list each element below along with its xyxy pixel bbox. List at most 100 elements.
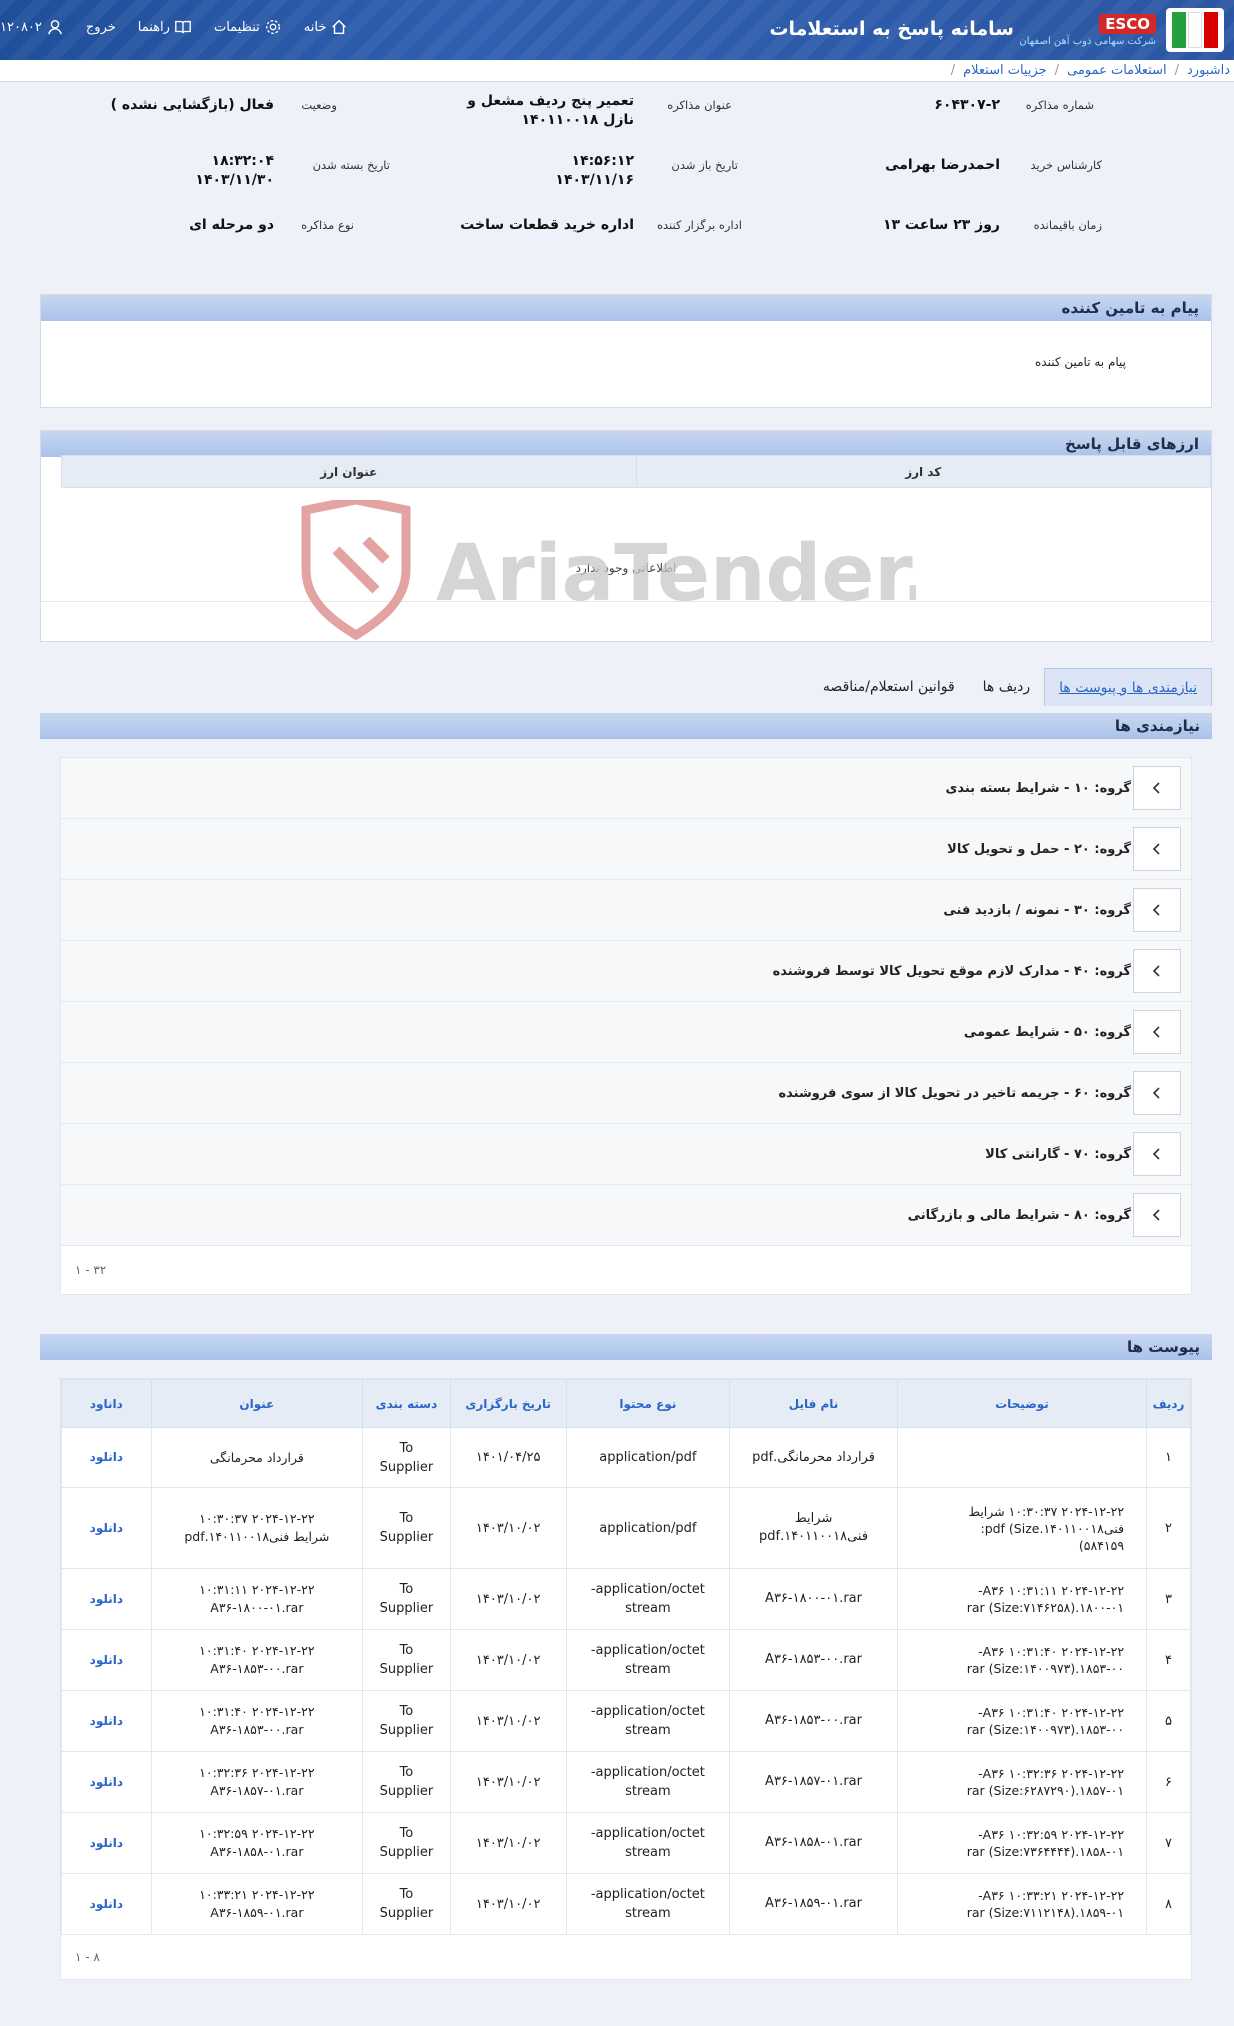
row-upload-date: ۱۴۰۳/۱۰/۰۲ [449, 1568, 567, 1630]
user-id[interactable]: ۱۲۰۸۰۲ [0, 18, 64, 36]
col-row[interactable]: ردیف [1146, 1379, 1191, 1428]
tab-bar: نیازمندی ها و پیوست ها ردیف ها قوانین اس… [40, 668, 1212, 706]
chevron-left-icon[interactable] [1133, 766, 1181, 810]
row-content-type: application/octet-stream [565, 1873, 731, 1935]
chevron-left-icon[interactable] [1133, 1071, 1181, 1115]
col-file-name[interactable]: نام فایل [729, 1379, 898, 1428]
requirement-group[interactable]: گروه: ۲۰ - حمل و تحویل کالا [61, 819, 1191, 880]
row-upload-date: ۱۴۰۳/۱۰/۰۲ [449, 1812, 567, 1874]
tab-requirements-attachments[interactable]: نیازمندی ها و پیوست ها [1044, 668, 1212, 706]
supplier-message-label: پیام به تامین کننده [1035, 355, 1126, 369]
row-title: قرارداد محرمانگی [150, 1427, 364, 1488]
download-link[interactable]: دانلود [90, 1592, 123, 1606]
title-line: شرایط فنی۱۴۰۱۱۰۰۱۸.pdf [184, 1529, 330, 1544]
file-name-line: A۳۶-۱۸۵۷-۰۱.rar [765, 1774, 862, 1789]
table-row: ۸ ۲۰۲۴-۱۲-۲۲ ۱۰:۳۳:۲۱ A۳۶- ۱۸۵۹-۰۱.rar (Si… [61, 1873, 1191, 1935]
row-title: ۲۰۲۴-۱۲-۲۲ ۱۰:۳۱:۴۰ A۳۶-۱۸۵۳-۰۰.rar [150, 1629, 364, 1691]
download-link[interactable]: دانلود [90, 1714, 123, 1728]
table-row: ۱ قرارداد محرمانگی.pdf application/pdf ۱۴۰۱… [61, 1427, 1191, 1488]
row-category: To Supplier [362, 1873, 451, 1935]
requirement-group[interactable]: گروه: ۱۰ - شرایط بسته بندی [61, 758, 1191, 819]
title-line: A۳۶-۱۸۵۹-۰۱.rar [210, 1905, 304, 1920]
table-row: ۳ ۲۰۲۴-۱۲-۲۲ ۱۰:۳۱:۱۱ A۳۶- ۱۸۰۰-۰۱.rar (Si… [61, 1568, 1191, 1630]
tab-rules[interactable]: قوانین استعلام/مناقصه [809, 668, 969, 706]
title-line: قرارداد محرمانگی [209, 1449, 304, 1465]
row-description [896, 1427, 1148, 1488]
user-id-value: ۱۲۰۸۰۲ [0, 19, 42, 35]
col-download[interactable]: داناود [61, 1379, 152, 1428]
status-value: فعال (بازگشایی نشده ) [110, 97, 274, 113]
breadcrumb: داشبورد / استعلامات عمومی / جزییات استعل… [0, 60, 1234, 82]
guide-label: راهنما [137, 19, 170, 35]
chevron-left-icon[interactable] [1133, 1193, 1181, 1237]
row-category: To Supplier [362, 1487, 451, 1569]
chevron-left-icon[interactable] [1133, 949, 1181, 993]
file-name-line: قرارداد محرمانگی.pdf [752, 1449, 875, 1465]
col-content-type[interactable]: نوع محتوا [565, 1379, 731, 1428]
group-label: گروه: ۶۰ - جریمه تاخیر در تحویل کالا از … [778, 1085, 1131, 1101]
description-line: ۲۰۲۴-۱۲-۲۲ ۱۰:۳۳:۲۱ A۳۶- [978, 1888, 1125, 1903]
download-link[interactable]: دانلود [90, 1653, 123, 1667]
chevron-left-icon[interactable] [1133, 888, 1181, 932]
description-line: ۵۸۴۱۵۹) [1078, 1537, 1125, 1553]
col-title[interactable]: عنوان [150, 1379, 364, 1428]
row-title: ۲۰۲۴-۱۲-۲۲ ۱۰:۳۲:۳۶ A۳۶-۱۸۵۷-۰۱.rar [150, 1751, 364, 1813]
chevron-left-icon[interactable] [1133, 827, 1181, 871]
category-line: Supplier [379, 1601, 434, 1616]
title-line: ۲۰۲۴-۱۲-۲۲ ۱۰:۳۱:۴۰ [199, 1643, 315, 1658]
file-name-line: فنی۱۴۰۱۱۰۰۱۸.pdf [758, 1529, 869, 1544]
breadcrumb-public-inquiries[interactable]: استعلامات عمومی [1067, 63, 1167, 78]
close-time: ۱۸:۳۲:۰۴ [211, 153, 274, 169]
requirement-group[interactable]: گروه: ۳۰ - نمونه / بازدید فنی [61, 880, 1191, 941]
breadcrumb-dashboard[interactable]: داشبورد [1187, 63, 1230, 78]
title-line: A۳۶-۱۸۰۰-۰۱.rar [210, 1600, 304, 1615]
supplier-message-panel: پیام به تامین کننده پیام به تامین کننده [40, 294, 1212, 408]
row-upload-date: ۱۴۰۳/۱۰/۰۲ [449, 1873, 567, 1935]
download-link[interactable]: دانلود [90, 1521, 123, 1535]
col-description[interactable]: توضیحات [896, 1379, 1148, 1428]
category-line: Supplier [379, 1662, 434, 1677]
row-content-type: application/octet-stream [565, 1690, 731, 1752]
requirement-group[interactable]: گروه: ۶۰ - جریمه تاخیر در تحویل کالا از … [61, 1063, 1191, 1124]
chevron-left-icon[interactable] [1133, 1132, 1181, 1176]
download-link[interactable]: دانلود [90, 1897, 123, 1911]
remaining-time: ۱۳ روز ۲۳ ساعت [882, 217, 1000, 233]
description-line: ۱۸۵۷-۰۱.rar (Size:۶۲۸۷۲۹۰) [966, 1783, 1125, 1798]
group-label: گروه: ۸۰ - شرایط مالی و بازرگانی [907, 1207, 1131, 1223]
open-datetime: ۱۴:۵۶:۱۲ ۱۴۰۳/۱۱/۱۶ [555, 152, 634, 190]
chevron-left-icon[interactable] [1133, 1010, 1181, 1054]
content-type-line: stream [625, 1906, 671, 1921]
col-currency-code[interactable]: کد ارز [635, 455, 1211, 488]
content-type-line: stream [625, 1845, 671, 1860]
requirement-group[interactable]: گروه: ۴۰ - مدارک لازم موقع تحویل کالا تو… [61, 941, 1191, 1002]
col-currency-title[interactable]: عنوان ارز [61, 455, 637, 488]
group-label: گروه: ۵۰ - شرایط عمومی [963, 1024, 1131, 1040]
attachments-body: ۱ قرارداد محرمانگی.pdf application/pdf ۱۴۰۱… [61, 1427, 1191, 1935]
requirement-group[interactable]: گروه: ۸۰ - شرایط مالی و بازرگانی [61, 1185, 1191, 1246]
row-description: ۲۰۲۴-۱۲-۲۲ ۱۰:۳۳:۲۱ A۳۶- ۱۸۵۹-۰۱.rar (Siz… [896, 1873, 1148, 1935]
download-link[interactable]: دانلود [90, 1836, 123, 1850]
download-link[interactable]: دانلود [90, 1450, 123, 1464]
breadcrumb-separator: / [1054, 63, 1060, 78]
description-line: ۱۸۵۳-۰۰.rar (Size:۱۴۰۰۹۷۳) [966, 1661, 1125, 1676]
requirements-panel: نیازمندی ها گروه: ۱۰ - شرایط بسته بندی گ… [40, 713, 1212, 1295]
requirement-group[interactable]: گروه: ۵۰ - شرایط عمومی [61, 1002, 1191, 1063]
download-link[interactable]: دانلود [90, 1775, 123, 1789]
guide-link[interactable]: راهنما [138, 18, 192, 36]
col-upload-date[interactable]: تاریخ بارگزاری [449, 1379, 567, 1428]
settings-link[interactable]: تنظیمات [214, 18, 282, 36]
col-category[interactable]: دسته بندی [362, 1379, 451, 1428]
breadcrumb-inquiry-details[interactable]: جزییات استعلام [963, 63, 1047, 78]
row-upload-date: ۱۴۰۳/۱۰/۰۲ [449, 1690, 567, 1752]
requirement-group[interactable]: گروه: ۷۰ - گارانتی کالا [61, 1124, 1191, 1185]
row-upload-date: ۱۴۰۳/۱۰/۰۲ [449, 1487, 567, 1569]
row-category: To Supplier [362, 1690, 451, 1752]
tab-rows[interactable]: ردیف ها [969, 668, 1044, 706]
content-type-line: application/octet- [590, 1765, 705, 1780]
table-row: ۲ ۲۰۲۴-۱۲-۲۲ ۱۰:۳۰:۳۷ شرایط فنی۱۴۰۱۱۰۰۱۸.p… [61, 1487, 1191, 1569]
title-line: A۳۶-۱۸۵۳-۰۰.rar [210, 1722, 304, 1737]
logout-link[interactable]: خروج [86, 20, 116, 35]
open-time: ۱۴:۵۶:۱۲ [571, 153, 634, 169]
home-link[interactable]: خانه [304, 18, 349, 36]
settings-label: تنظیمات [213, 19, 260, 35]
